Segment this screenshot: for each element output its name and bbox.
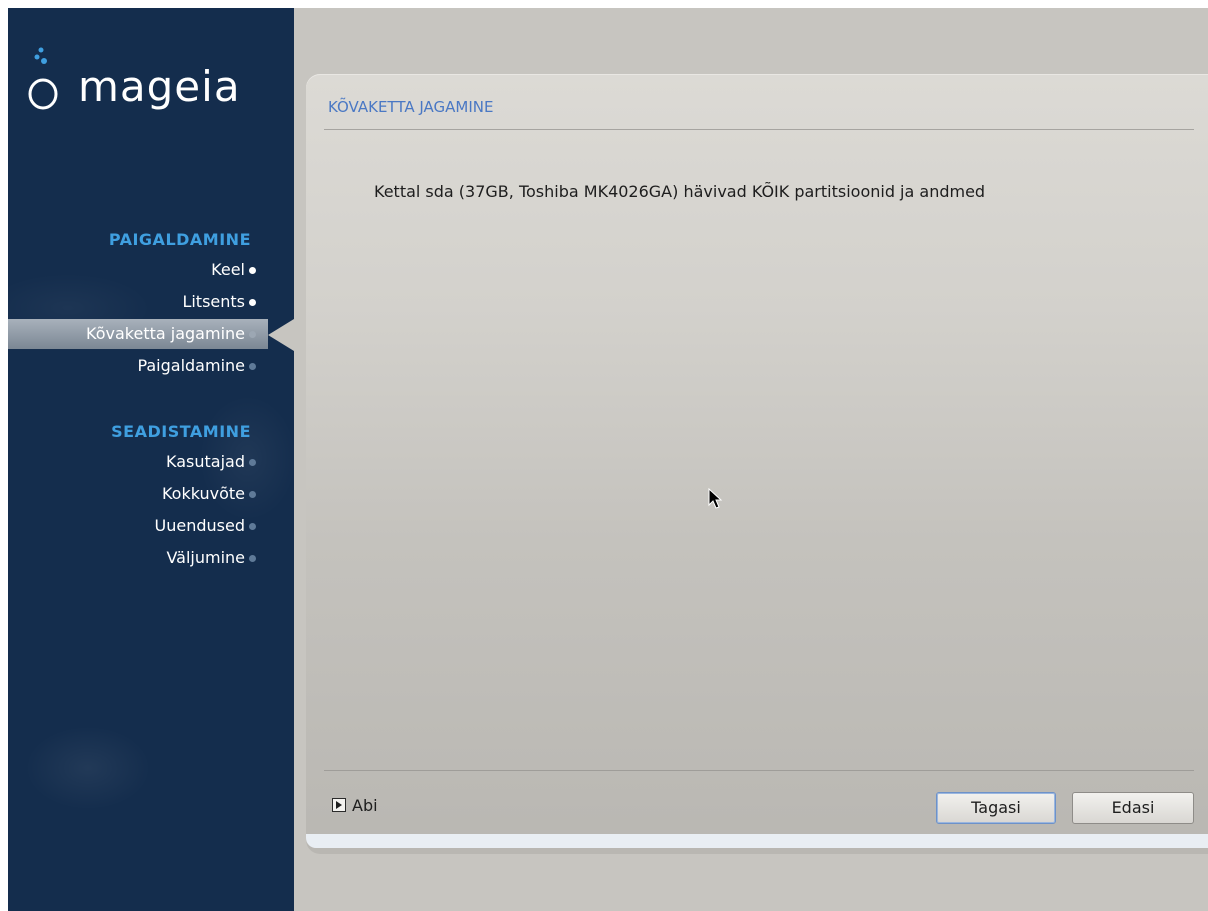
step-partitioning: Kõvaketta jagamine [8,319,294,351]
step-pending-dot-icon [249,459,256,466]
step-pending-dot-icon [249,523,256,530]
step-label: Litsents [182,292,245,311]
expand-arrow-icon[interactable] [332,798,346,812]
step-label: Kokkuvõte [161,484,245,503]
sidebar: mageia PAIGALDAMINE Keel Litsents Kõvake… [8,8,294,911]
step-label: Keel [211,260,245,279]
step-pending-dot-icon [249,555,256,562]
step-summary: Kokkuvõte [8,479,294,509]
help-label: Abi [352,796,378,815]
footer-divider [324,770,1194,771]
step-installation: Paigaldamine [8,351,294,381]
step-label: Uuendused [154,516,245,535]
step-language: Keel [8,255,294,285]
installer-window: mageia PAIGALDAMINE Keel Litsents Kõvake… [8,8,1208,911]
active-step-pointer-icon [268,319,294,351]
main-panel: KÕVAKETTA JAGAMINE Kettal sda (37GB, Tos… [306,74,1208,854]
help-expander[interactable]: Abi [332,796,378,816]
step-label: Väljumine [166,548,245,567]
mouse-pointer-icon [708,488,723,509]
page-title: KÕVAKETTA JAGAMINE [328,98,494,116]
step-updates: Uuendused [8,511,294,541]
mageia-logo: mageia [28,46,288,126]
step-label: Kõvaketta jagamine [86,324,245,343]
warning-message: Kettal sda (37GB, Toshiba MK4026GA) hävi… [374,182,986,201]
logo-text: mageia [78,62,241,111]
step-pending-dot-icon [249,491,256,498]
section-title-installation: PAIGALDAMINE [108,230,251,249]
section-title-configuration: SEADISTAMINE [111,422,251,441]
next-button[interactable]: Edasi [1072,792,1194,824]
step-pending-dot-icon [249,363,256,370]
back-button[interactable]: Tagasi [936,792,1056,824]
panel-bottom-edge [306,834,1208,848]
step-users: Kasutajad [8,447,294,477]
step-current-dot-icon [249,331,256,338]
step-done-dot-icon [249,299,256,306]
step-done-dot-icon [249,267,256,274]
step-license: Litsents [8,287,294,317]
title-divider [324,129,1194,130]
step-exit: Väljumine [8,543,294,573]
step-label: Kasutajad [166,452,245,471]
step-label: Paigaldamine [137,356,245,375]
logo-droplet-icon [28,47,58,110]
